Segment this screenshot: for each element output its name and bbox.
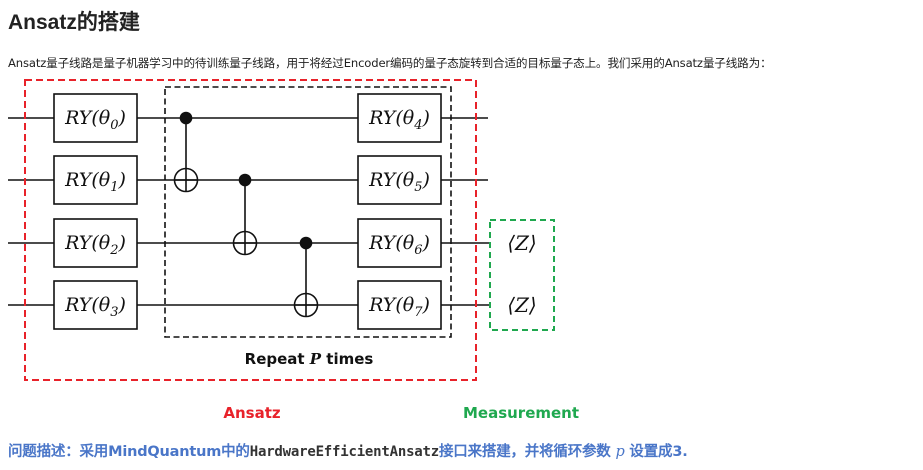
cnot-q0-q1 xyxy=(173,111,199,193)
measurement-z-q3: ⟨Z⟩ xyxy=(507,293,537,317)
measurement-z-q2: ⟨Z⟩ xyxy=(507,231,537,255)
question-variable: p xyxy=(615,444,625,460)
cnot-q2-q3 xyxy=(293,236,319,318)
ry-gates-right: RY(θ4) RY(θ5) RY(θ6) RY(θ7) xyxy=(357,93,442,330)
cnot-q0-q1-control xyxy=(179,111,193,125)
question-suffix: 设置成3. xyxy=(629,444,688,460)
ry-gates-left: RY(θ0) RY(θ1) RY(θ2) RY(θ3) xyxy=(53,93,138,330)
cnot-q2-q3-control xyxy=(299,236,313,250)
cnot-q1-q2 xyxy=(232,173,258,256)
ansatz-circuit-diagram: RY(θ0) RY(θ1) RY(θ2) RY(θ3) RY(θ4) RY(θ5… xyxy=(8,79,579,422)
measurement-caption: Measurement xyxy=(463,404,579,422)
qubit-wires xyxy=(8,117,490,306)
cnot-q1-q2-control xyxy=(238,173,252,187)
question-prefix: 问题描述：采用MindQuantum中的 xyxy=(8,444,250,460)
question-description: 问题描述：采用MindQuantum中的HardwareEfficientAns… xyxy=(8,440,688,461)
ansatz-caption: Ansatz xyxy=(223,404,281,422)
repeat-label: Repeat P times xyxy=(245,350,374,368)
cnot-gates xyxy=(173,111,319,318)
question-code: HardwareEfficientAnsatz xyxy=(249,444,439,460)
question-middle: 接口来搭建，并将循环参数 xyxy=(439,444,611,460)
